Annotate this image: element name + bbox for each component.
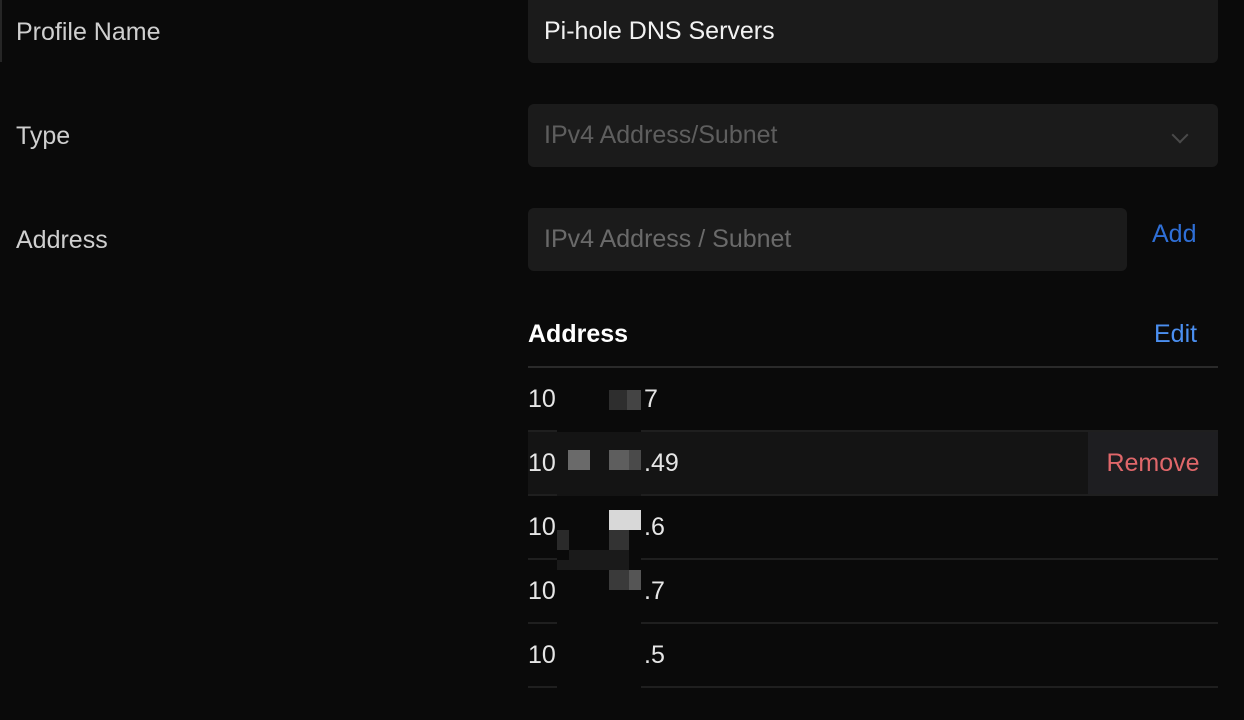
- address-table-header: Address: [528, 320, 629, 348]
- redaction-mask: [557, 624, 641, 688]
- redaction-mask: [557, 368, 641, 432]
- remove-row-button[interactable]: Remove: [1088, 432, 1218, 494]
- redaction-mask: [557, 432, 641, 496]
- table-row[interactable]: 10 .49 Remove: [528, 432, 1218, 496]
- address-suffix: 7: [644, 385, 658, 413]
- add-address-button[interactable]: Add: [1152, 220, 1196, 249]
- address-prefix: 10: [528, 513, 556, 541]
- profile-name-value: Pi-hole DNS Servers: [544, 17, 775, 45]
- redaction-mask: [557, 496, 641, 560]
- left-edge-divider: [0, 0, 2, 62]
- profile-name-label: Profile Name: [16, 18, 161, 46]
- type-select[interactable]: IPv4 Address/Subnet: [528, 104, 1218, 167]
- address-suffix: .7: [644, 577, 665, 605]
- chevron-down-icon: [1171, 126, 1189, 144]
- profile-edit-form: Profile Name Pi-hole DNS Servers Type IP…: [0, 0, 1244, 720]
- address-input[interactable]: [544, 208, 1127, 271]
- table-row[interactable]: 10 .6: [528, 496, 1218, 560]
- address-prefix: 10: [528, 385, 556, 413]
- table-row[interactable]: 10 7: [528, 368, 1218, 432]
- profile-name-input[interactable]: Pi-hole DNS Servers: [528, 0, 1218, 63]
- address-suffix: .49: [644, 449, 679, 477]
- edit-addresses-button[interactable]: Edit: [1154, 320, 1197, 349]
- address-prefix: 10: [528, 577, 556, 605]
- table-row[interactable]: 10 .5: [528, 624, 1218, 688]
- address-prefix: 10: [528, 449, 556, 477]
- address-input-wrapper: [528, 208, 1127, 271]
- address-prefix: 10: [528, 641, 556, 669]
- address-suffix: .6: [644, 513, 665, 541]
- address-suffix: .5: [644, 641, 665, 669]
- redaction-mask: [557, 560, 641, 624]
- type-select-value: IPv4 Address/Subnet: [544, 121, 778, 149]
- address-label: Address: [16, 226, 108, 254]
- table-row[interactable]: 10 .7: [528, 560, 1218, 624]
- type-label: Type: [16, 122, 71, 150]
